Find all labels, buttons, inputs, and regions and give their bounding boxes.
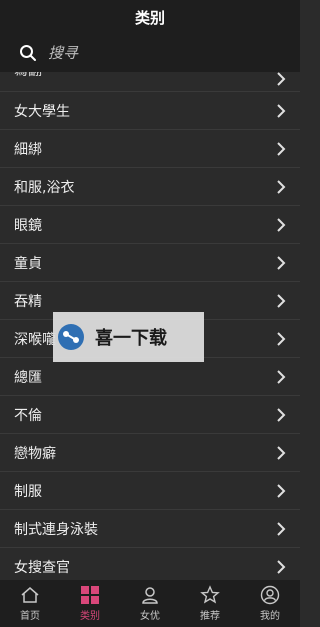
list-item[interactable]: 女搜查官 (0, 548, 300, 580)
profile-icon (260, 585, 280, 605)
top-bar: 类别 (0, 0, 300, 34)
tab-home[interactable]: 首页 (0, 580, 60, 627)
list-item-label: 眼鏡 (14, 217, 42, 234)
tab-profile[interactable]: 我的 (240, 580, 300, 627)
chevron-right-icon (277, 407, 286, 422)
chevron-right-icon (277, 103, 286, 118)
chevron-right-icon (277, 141, 286, 156)
chevron-right-icon (277, 179, 286, 194)
list-item-label: 制式連身泳裝 (14, 521, 98, 538)
tab-label: 首页 (20, 611, 40, 622)
tab-label: 女优 (140, 611, 160, 622)
list-item-label: 女搜查官 (14, 559, 70, 576)
tab-label: 类别 (80, 611, 100, 622)
list-item[interactable]: 總匯 (0, 358, 300, 396)
list-item-label: 女大學生 (14, 103, 70, 120)
chevron-right-icon (277, 293, 286, 308)
search-bar[interactable] (0, 34, 300, 72)
page-title: 类别 (134, 8, 165, 27)
list-item[interactable]: 寫翻 (0, 72, 300, 92)
tab-label: 我的 (260, 611, 280, 622)
list-item[interactable]: 女大學生 (0, 92, 300, 130)
chevron-right-icon (277, 521, 286, 536)
download-overlay-banner[interactable]: 喜一下载 (53, 312, 204, 362)
list-item[interactable]: 戀物癖 (0, 434, 300, 472)
list-item-label: 寫翻 (14, 72, 42, 80)
list-item[interactable]: 細綁 (0, 130, 300, 168)
overlay-text: 喜一下载 (95, 328, 167, 349)
list-item-label: 吞精 (14, 293, 42, 310)
tab-categories[interactable]: 类别 (60, 580, 120, 627)
chevron-right-icon (277, 72, 286, 86)
app-logo-icon (58, 324, 84, 350)
list-item-label: 和服,浴衣 (14, 179, 75, 196)
tab-actresses[interactable]: 女优 (120, 580, 180, 627)
bottom-tab-bar: 首页 类别 女优 推荐 我的 (0, 580, 300, 627)
star-icon (200, 585, 220, 604)
list-item-label: 總匯 (14, 369, 42, 386)
chevron-right-icon (277, 331, 286, 346)
chevron-right-icon (277, 369, 286, 384)
list-item-label: 制服 (14, 483, 42, 500)
chevron-right-icon (277, 483, 286, 498)
list-item-label: 不倫 (14, 407, 42, 424)
list-item[interactable]: 眼鏡 (0, 206, 300, 244)
grid-icon (81, 586, 99, 604)
list-item-label: 細綁 (14, 141, 42, 158)
chevron-right-icon (277, 255, 286, 270)
list-item[interactable]: 不倫 (0, 396, 300, 434)
search-icon (16, 41, 40, 65)
tab-label: 推荐 (200, 611, 220, 622)
list-item[interactable]: 童貞 (0, 244, 300, 282)
chevron-right-icon (277, 559, 286, 574)
tab-recommended[interactable]: 推荐 (180, 580, 240, 627)
list-item[interactable]: 制服 (0, 472, 300, 510)
list-item[interactable]: 和服,浴衣 (0, 168, 300, 206)
chevron-right-icon (277, 217, 286, 232)
chevron-right-icon (277, 445, 286, 460)
list-item[interactable]: 制式連身泳裝 (0, 510, 300, 548)
list-item-label: 深喉嚨 (14, 331, 56, 348)
home-icon (21, 587, 39, 603)
search-input[interactable] (46, 43, 270, 63)
person-icon (142, 587, 158, 604)
list-item-label: 戀物癖 (14, 445, 56, 462)
list-item-label: 童貞 (14, 255, 42, 272)
